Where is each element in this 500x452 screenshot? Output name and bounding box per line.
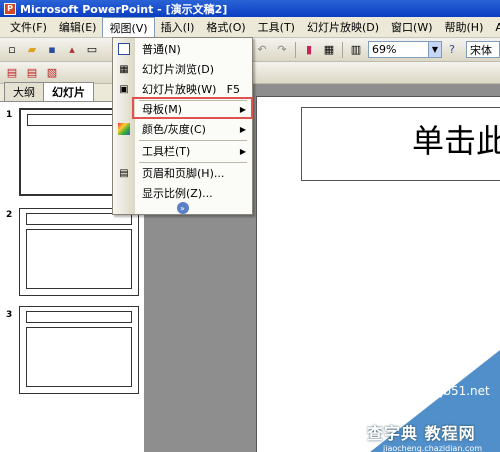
- watermark-text: jb51.net: [440, 384, 490, 398]
- menu-bar: 文件(F) 编辑(E) 视图(V) 插入(I) 格式(O) 工具(T) 幻灯片放…: [0, 17, 500, 38]
- header-footer-icon: ▤: [119, 167, 129, 179]
- menu-item-zoom[interactable]: 显示比例(Z)...: [113, 183, 252, 203]
- insert-chart-icon[interactable]: ▮: [300, 41, 318, 59]
- menu-window[interactable]: 窗口(W): [385, 17, 438, 37]
- slide-sorter-icon: ▦: [119, 63, 129, 75]
- menu-help[interactable]: 帮助(H): [439, 17, 490, 37]
- window-title: Microsoft PowerPoint - [演示文稿2]: [20, 2, 228, 16]
- delete-master-icon[interactable]: ▧: [43, 64, 61, 82]
- insert-table-icon[interactable]: ▦: [320, 41, 338, 59]
- redo-icon[interactable]: ↷: [273, 41, 291, 59]
- menu-expand[interactable]: »: [113, 201, 252, 215]
- menu-item-header-footer[interactable]: ▤ 页眉和页脚(H)...: [113, 163, 252, 183]
- content-placeholder: [26, 229, 132, 289]
- show-grid-icon[interactable]: ▥: [347, 41, 365, 59]
- new-icon[interactable]: ▫: [3, 41, 21, 59]
- menu-item-slide-sorter[interactable]: ▦ 幻灯片浏览(D): [113, 59, 252, 79]
- zoom-combobox[interactable]: 69% ▼: [368, 41, 442, 58]
- powerpoint-icon: P: [4, 2, 16, 15]
- watermark-text: 查字典 教程网: [367, 424, 476, 443]
- tab-outline[interactable]: 大纲: [4, 82, 44, 101]
- menu-format[interactable]: 格式(O): [200, 17, 251, 37]
- font-value: 宋体: [470, 43, 492, 57]
- menu-file[interactable]: 文件(F): [4, 17, 53, 37]
- view-menu-dropdown: 普通(N) ▦ 幻灯片浏览(D) ▣ 幻灯片放映(W) F5 母板(M) ▶ 颜…: [112, 37, 253, 215]
- normal-view-icon: [113, 43, 135, 55]
- insert-new-slide-master-icon[interactable]: ▤: [23, 64, 41, 82]
- slide-number: 3: [6, 310, 13, 320]
- insert-new-title-master-icon[interactable]: ▤: [3, 64, 21, 82]
- menu-slideshow[interactable]: 幻灯片放映(D): [301, 17, 385, 37]
- menu-view[interactable]: 视图(V): [102, 17, 155, 37]
- save-icon[interactable]: ▪: [43, 41, 61, 59]
- permission-icon[interactable]: ▴: [63, 41, 81, 59]
- undo-icon[interactable]: ↶: [253, 41, 271, 59]
- color-grayscale-icon: [113, 123, 135, 135]
- zoom-value: 69%: [372, 43, 397, 56]
- expand-chevron-icon: »: [176, 202, 189, 214]
- menu-insert[interactable]: 插入(I): [155, 17, 201, 37]
- menu-edit[interactable]: 编辑(E): [53, 17, 103, 37]
- menu-tools[interactable]: 工具(T): [252, 17, 301, 37]
- menu-adobe[interactable]: Adobe: [489, 19, 500, 36]
- slideshow-icon: ▣: [119, 83, 129, 95]
- title-bar: P Microsoft PowerPoint - [演示文稿2]: [0, 0, 500, 17]
- slide-number: 1: [6, 110, 13, 120]
- submenu-arrow-icon: ▶: [239, 124, 246, 134]
- shortcut-label: F5: [226, 82, 240, 96]
- menu-item-toolbars[interactable]: 工具栏(T) ▶: [113, 141, 252, 161]
- title-placeholder: [26, 311, 132, 323]
- slide-thumbnail-3[interactable]: [19, 306, 139, 394]
- slide-thumbnail-2[interactable]: [19, 208, 139, 296]
- highlight-annotation: [132, 97, 253, 119]
- slide-number: 2: [6, 210, 13, 220]
- title-placeholder-text: 单击此: [412, 122, 500, 160]
- submenu-arrow-icon: ▶: [239, 146, 246, 156]
- chevron-down-icon[interactable]: ▼: [428, 42, 441, 57]
- menu-item-normal[interactable]: 普通(N): [113, 39, 252, 59]
- content-placeholder: [26, 327, 132, 387]
- menu-item-slideshow[interactable]: ▣ 幻灯片放映(W) F5: [113, 79, 252, 99]
- help-icon[interactable]: ?: [443, 41, 461, 59]
- tab-slides[interactable]: 幻灯片: [43, 82, 94, 101]
- open-icon[interactable]: ▰: [23, 41, 41, 59]
- watermark-text: jiaocheng.chazidian.com: [383, 444, 483, 452]
- print-icon[interactable]: ▭: [83, 41, 101, 59]
- font-combobox[interactable]: 宋体: [466, 41, 500, 58]
- menu-item-color-grayscale[interactable]: 颜色/灰度(C) ▶: [113, 119, 252, 139]
